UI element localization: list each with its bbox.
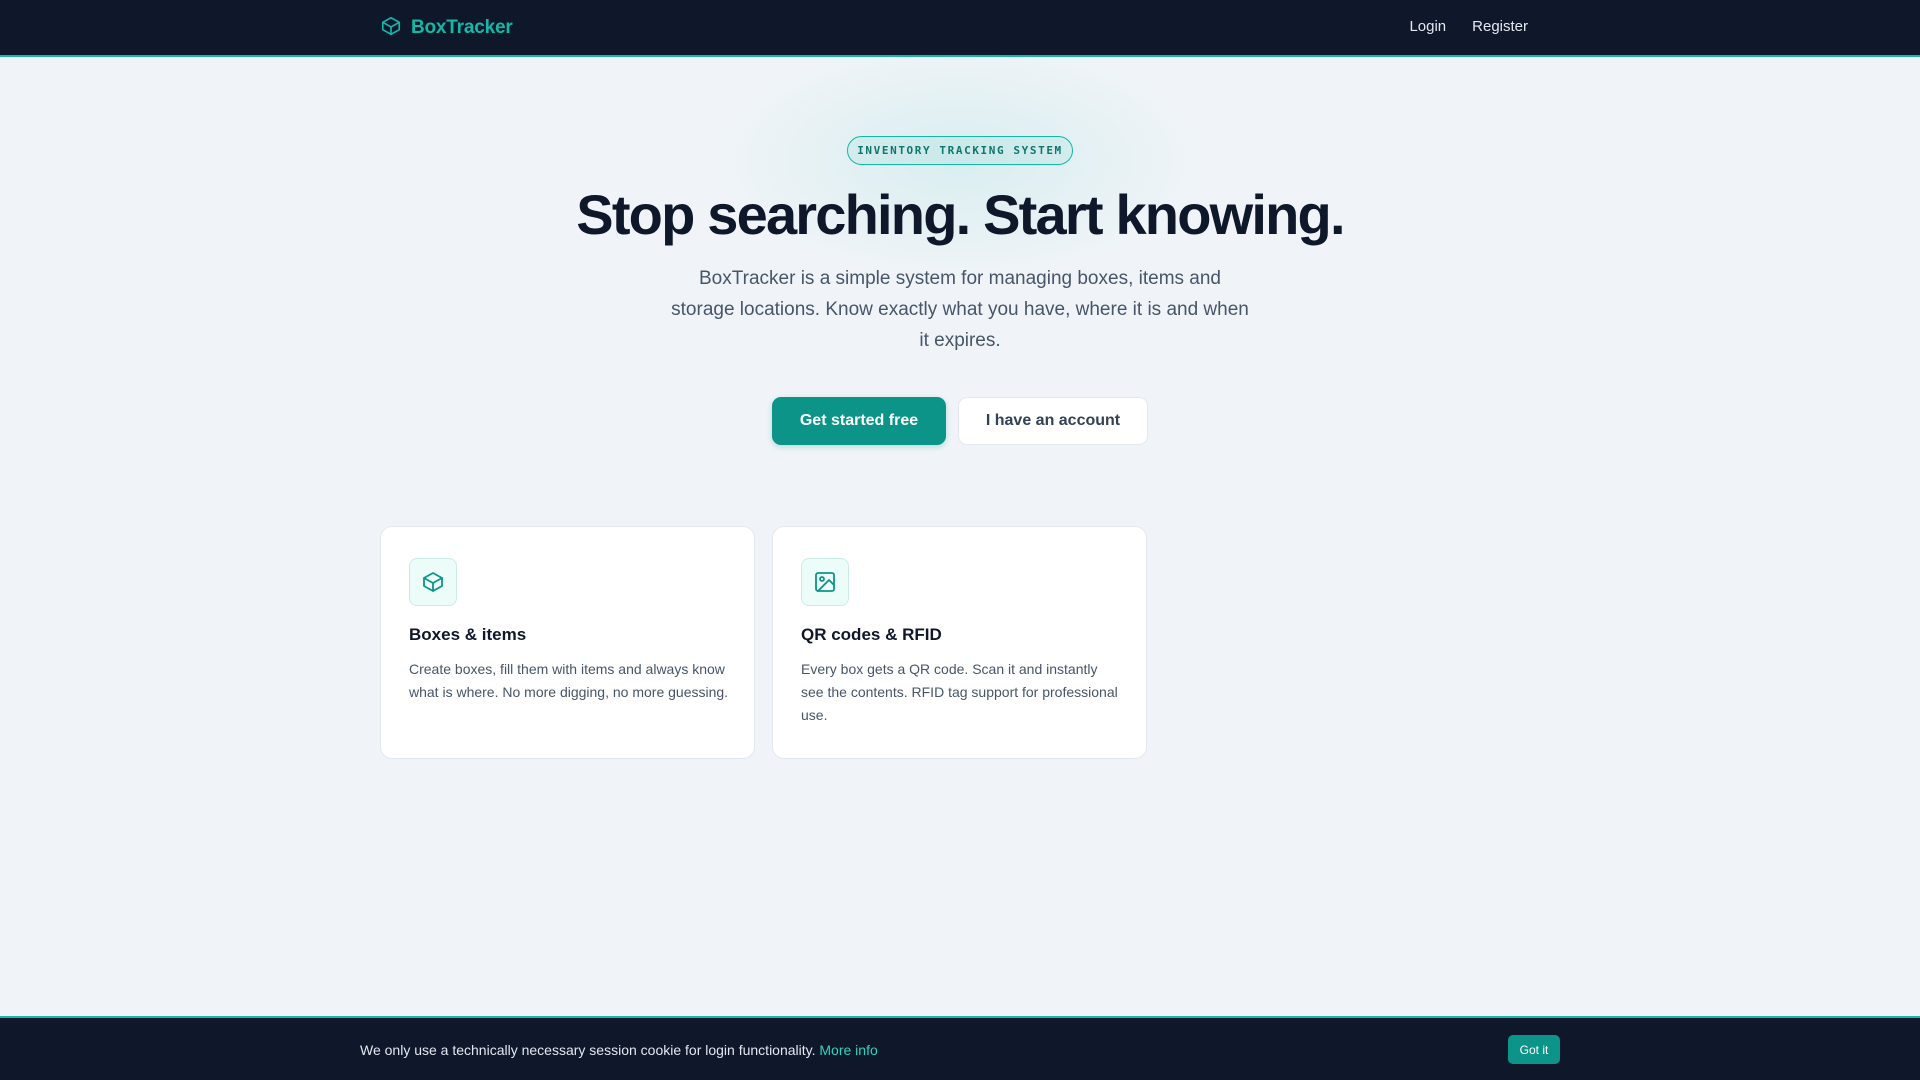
brand-name: BoxTracker [411, 17, 513, 38]
box-icon [380, 15, 402, 42]
navbar: BoxTracker Login Register [0, 0, 1920, 57]
hero-title: Stop searching. Start knowing. [576, 183, 1345, 246]
image-icon [801, 558, 849, 606]
feature-card-qr-rfid: QR codes & RFID Every box gets a QR code… [772, 526, 1147, 759]
cookie-more-info-link[interactable]: More info [819, 1042, 877, 1058]
hero-badge: INVENTORY TRACKING SYSTEM [847, 136, 1073, 165]
feature-description: Create boxes, fill them with items and a… [409, 661, 729, 700]
nav-links: Login Register [1409, 18, 1528, 35]
get-started-button[interactable]: Get started free [772, 397, 946, 445]
nav-login-link[interactable]: Login [1409, 18, 1446, 35]
feature-title: QR codes & RFID [801, 625, 942, 644]
cookie-message: We only use a technically necessary sess… [360, 1042, 878, 1058]
feature-title: Boxes & items [409, 625, 527, 644]
nav-register-link[interactable]: Register [1472, 18, 1528, 35]
hero-subtitle: BoxTracker is a simple system for managi… [671, 268, 1249, 351]
feature-description: Every box gets a QR code. Scan it and in… [801, 661, 1118, 723]
have-account-button[interactable]: I have an account [958, 397, 1148, 445]
box-icon [409, 558, 457, 606]
cookie-text: We only use a technically necessary sess… [360, 1042, 820, 1058]
brand-logo-link[interactable]: BoxTracker [380, 16, 513, 40]
cookie-banner: We only use a technically necessary sess… [0, 1016, 1920, 1080]
cookie-accept-button[interactable]: Got it [1508, 1035, 1560, 1064]
feature-card-boxes: Boxes & items Create boxes, fill them wi… [380, 526, 755, 759]
